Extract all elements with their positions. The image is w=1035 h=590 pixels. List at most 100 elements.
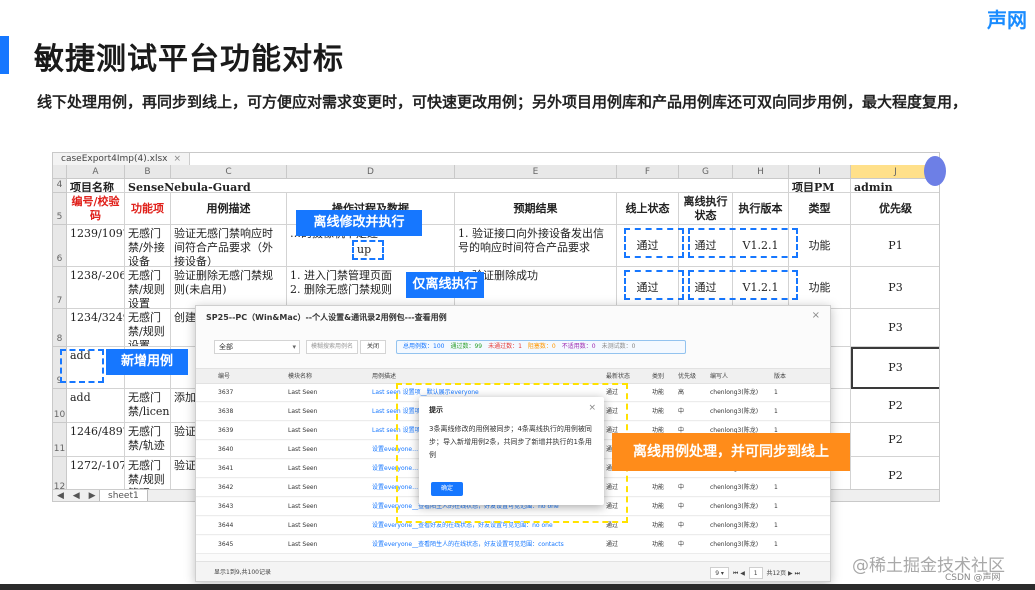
case-column-header[interactable]: 用例描述 <box>372 369 396 385</box>
case-cell: chenlong3(陈龙) <box>710 389 759 396</box>
table-header-cell[interactable]: 用例描述 <box>171 193 287 225</box>
close-icon[interactable]: × <box>812 310 820 321</box>
page-number-input[interactable]: 1 <box>748 567 763 579</box>
case-column-header[interactable]: 优先级 <box>678 369 696 385</box>
case-column-header[interactable]: 类别 <box>652 369 664 385</box>
next-page-icon[interactable]: ▶ <box>788 570 793 577</box>
sheet-cell[interactable]: P1 <box>851 225 939 267</box>
case-cell: 3643 <box>218 503 234 510</box>
case-column-header[interactable]: 模块名称 <box>288 369 312 385</box>
case-cell: 中 <box>678 541 685 548</box>
prev-page-icon[interactable]: ◀ <box>740 570 745 577</box>
case-cell: Last Seen <box>288 522 318 529</box>
column-header-a[interactable]: A <box>67 165 125 179</box>
row-header[interactable]: 10 <box>53 389 67 423</box>
table-header-cell[interactable]: 离线执行状态 <box>679 193 733 225</box>
floating-round-button[interactable] <box>924 156 946 186</box>
case-column-header[interactable]: 编号 <box>218 369 230 385</box>
case-cell: 1 <box>774 503 778 510</box>
case-column-header[interactable]: 版本 <box>774 369 786 385</box>
table-header-cell[interactable]: 预期结果 <box>455 193 617 225</box>
sheet-cell[interactable]: add <box>67 389 125 423</box>
case-cell: 3638 <box>218 408 234 415</box>
case-column-header[interactable]: 编写人 <box>710 369 728 385</box>
last-page-icon[interactable]: ⏭ <box>795 570 800 577</box>
table-header-cell[interactable]: 线上状态 <box>617 193 679 225</box>
case-cell: Last Seen <box>288 503 318 510</box>
sheet-cell[interactable]: 无感门禁/规则设置 <box>125 267 171 309</box>
sheet-cell[interactable]: P3 <box>851 267 939 309</box>
callout-offline-only: 仅离线执行 <box>406 272 484 298</box>
column-header-b[interactable]: B <box>125 165 171 179</box>
case-description-link[interactable]: 设置everyone__查看陌生人的在线状态，好友设置可见范围：contacts <box>372 536 602 554</box>
sheet-cell[interactable]: 验证删除无感门禁规则(未启用) <box>171 267 287 309</box>
sheet-cell[interactable]: P2 <box>851 389 939 423</box>
sheet-corner[interactable] <box>53 165 67 179</box>
case-cell: 中 <box>678 503 685 510</box>
row-header[interactable]: 7 <box>53 267 67 309</box>
close-icon[interactable]: × <box>588 403 596 413</box>
close-icon[interactable]: × <box>173 154 181 164</box>
sheet-cell[interactable]: 1246/489754468 <box>67 423 125 457</box>
case-cell: Last Seen <box>288 427 318 434</box>
sync-prompt-dialog: 提示 × 3条离线修改的用例被同步；4条离线执行的用例被同步；导入新增用例2条，… <box>419 397 604 505</box>
file-tab[interactable]: caseExport4Imp(4).xlsx × <box>53 153 191 165</box>
sheet-cell[interactable]: 1239/1097161387 <box>67 225 125 267</box>
column-header-h[interactable]: H <box>733 165 789 179</box>
case-cell: Last Seen <box>288 465 318 472</box>
status-filter-select[interactable]: 全部 ▾ <box>214 340 300 354</box>
column-header-d[interactable]: D <box>287 165 455 179</box>
callout-new-case: 新增用例 <box>106 349 188 375</box>
column-header-e[interactable]: E <box>455 165 617 179</box>
brand-logo: 声网 <box>987 8 1027 32</box>
sheet-cell[interactable]: P2 <box>851 423 939 457</box>
column-header-c[interactable]: C <box>171 165 287 179</box>
table-header-cell[interactable]: 类型 <box>789 193 851 225</box>
sheet-cell[interactable]: 1234/324902682 <box>67 309 125 347</box>
sheet-cell[interactable]: 功能 <box>789 267 851 309</box>
row-header[interactable]: 6 <box>53 225 67 267</box>
row-header[interactable]: 8 <box>53 309 67 347</box>
case-library-title: SP25--PC（Win&Mac）--个人设置&通讯录2用例包---查看用例 <box>206 313 447 322</box>
pagination: 9 ▾ ⏮ ◀ 1 共12页 ▶ ⏭ <box>708 567 800 580</box>
sheet-tab[interactable]: sheet1 <box>99 490 148 501</box>
slide-description: 线下处理用例，再同步到线上，可方便应对需求变更时，可快速更改用例；另外项目用例库… <box>37 93 968 111</box>
pm-label[interactable]: 项目PM <box>789 179 851 193</box>
column-header-i[interactable]: I <box>789 165 851 179</box>
search-input[interactable]: 模糊搜索用例名 <box>306 340 358 354</box>
sheet-cell[interactable]: 无感门禁/外接设备 <box>125 225 171 267</box>
project-label[interactable]: 项目名称 <box>67 179 125 193</box>
table-header-cell[interactable]: 执行版本 <box>733 193 789 225</box>
column-header-f[interactable]: F <box>617 165 679 179</box>
row-header[interactable]: 5 <box>53 193 67 225</box>
sheet-cell[interactable]: 无感门禁/轨迹 <box>125 423 171 457</box>
table-header-cell[interactable]: 编号/校验码 <box>67 193 125 225</box>
page-size-select[interactable]: 9 ▾ <box>710 567 729 579</box>
case-cell: 功能 <box>652 484 665 491</box>
highlight-online-status-2 <box>624 270 684 300</box>
row-header[interactable]: 4 <box>53 179 67 193</box>
sheet-cell[interactable]: 无感门禁/规则设置 <box>125 309 171 347</box>
sheet-cell[interactable]: 无感门禁/license <box>125 389 171 423</box>
case-cell: 1 <box>774 484 778 491</box>
first-page-icon[interactable]: ⏮ <box>733 570 738 577</box>
sheet-cell[interactable]: P3 <box>851 309 939 347</box>
column-header-g[interactable]: G <box>679 165 733 179</box>
sheet-cell[interactable]: 1238/-2061555873 <box>67 267 125 309</box>
close-button[interactable]: 关闭 <box>360 340 386 354</box>
sheet-cell[interactable]: 1. 验证接口向外接设备发出信号的响应时间符合产品要求 <box>455 225 617 267</box>
row-header[interactable]: 11 <box>53 423 67 457</box>
sheet-cell[interactable]: 功能 <box>789 225 851 267</box>
case-cell: chenlong3(陈龙) <box>710 484 759 491</box>
case-cell: 功能 <box>652 522 665 529</box>
case-cell: chenlong3(陈龙) <box>710 503 759 510</box>
sheet-cell[interactable]: P3 <box>851 347 939 389</box>
project-name[interactable]: SenseNebula-Guard <box>125 179 789 193</box>
table-header-cell[interactable]: 优先级 <box>851 193 939 225</box>
credit-text: CSDN @声网 <box>945 573 1001 583</box>
table-row[interactable]: 3645 Last Seen 设置everyone__查看陌生人的在线状态，好友设置… <box>196 536 830 554</box>
stat-item: 通过数：99 <box>450 343 483 350</box>
sheet-cell[interactable]: 验证无感门禁响应时间符合产品要求（外接设备） <box>171 225 287 267</box>
confirm-button[interactable]: 确定 <box>431 482 463 496</box>
table-header-cell[interactable]: 功能项 <box>125 193 171 225</box>
